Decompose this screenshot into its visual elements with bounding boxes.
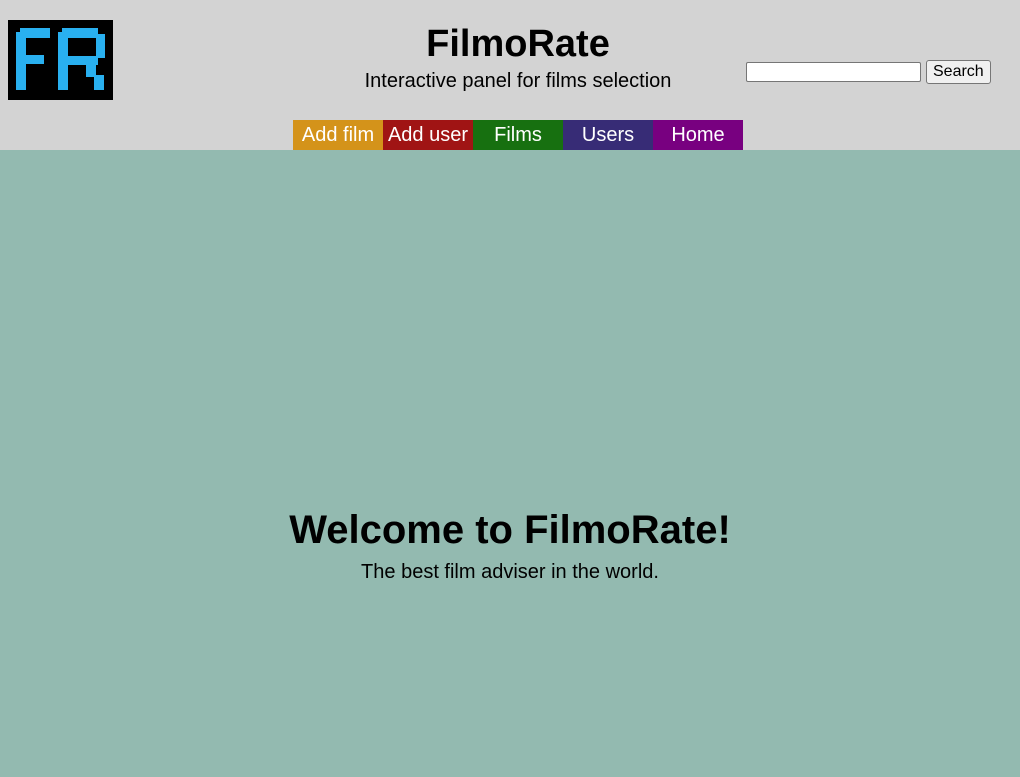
- nav-users[interactable]: Users: [563, 120, 653, 150]
- nav-add-film[interactable]: Add film: [293, 120, 383, 150]
- brand-block: FilmoRate Interactive panel for films se…: [268, 22, 768, 96]
- nav-home[interactable]: Home: [653, 120, 743, 150]
- search-input[interactable]: [746, 62, 921, 82]
- logo-fr-icon: [16, 28, 105, 90]
- search-form: Search: [746, 60, 991, 84]
- logo[interactable]: [8, 20, 113, 100]
- welcome-heading: Welcome to FilmoRate!: [289, 508, 731, 552]
- site-tagline: Interactive panel for films selection: [364, 70, 672, 92]
- main-content: Welcome to FilmoRate! The best film advi…: [0, 150, 1020, 777]
- nav-add-user[interactable]: Add user: [383, 120, 473, 150]
- site-header: FilmoRate Interactive panel for films se…: [0, 0, 1020, 150]
- main-nav: Add film Add user Films Users Home: [293, 120, 743, 150]
- welcome-block: Welcome to FilmoRate! The best film advi…: [0, 505, 1020, 589]
- search-button[interactable]: Search: [926, 60, 991, 84]
- nav-films[interactable]: Films: [473, 120, 563, 150]
- site-title: FilmoRate: [426, 23, 610, 65]
- welcome-subheading: The best film adviser in the world.: [361, 561, 659, 583]
